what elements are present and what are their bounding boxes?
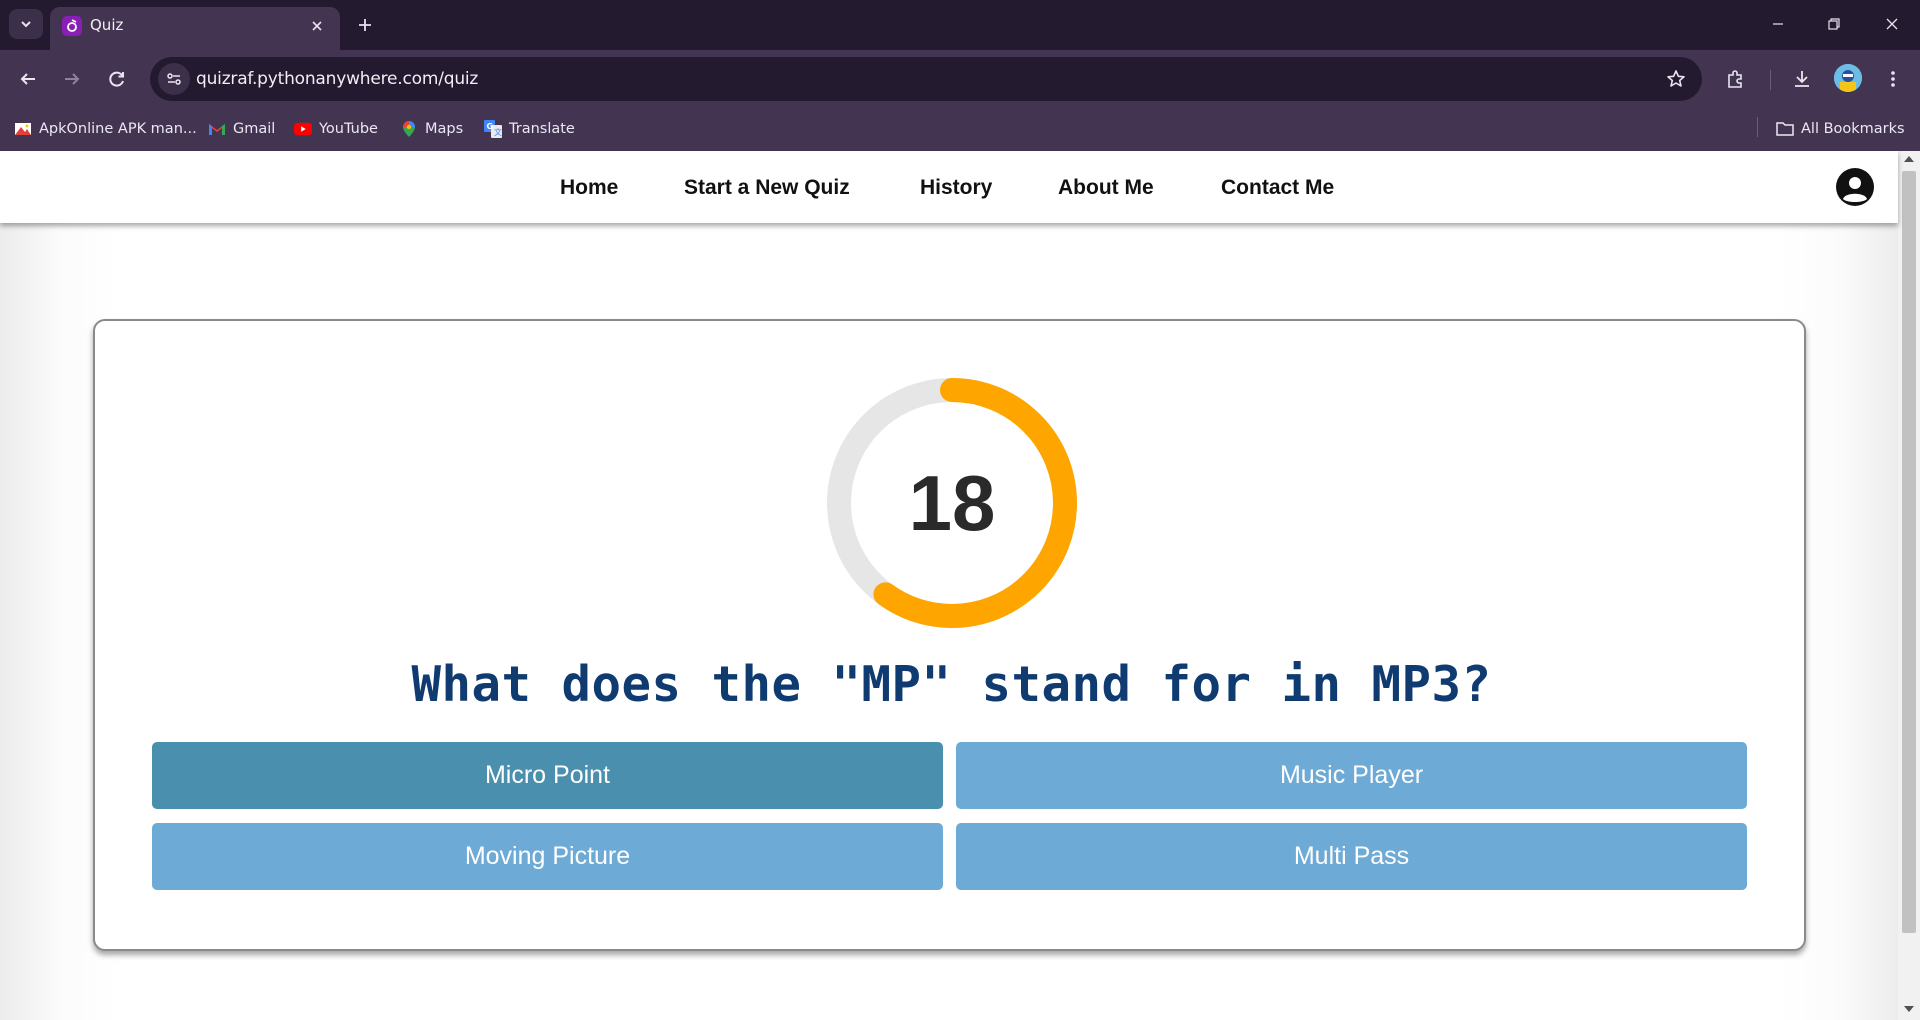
site-info-icon[interactable] — [158, 63, 190, 95]
youtube-icon — [294, 120, 312, 138]
restore-icon — [1828, 18, 1840, 30]
nav-about-me[interactable]: About Me — [1058, 176, 1154, 200]
address-bar[interactable]: quizraf.pythonanywhere.com/quiz — [150, 57, 1702, 101]
close-icon — [1886, 18, 1898, 30]
page-viewport: Home Start a New Quiz History About Me C… — [0, 151, 1920, 1020]
bookmarks-divider — [1757, 117, 1758, 137]
bookmark-apkonline[interactable]: ApkOnline APK man... — [14, 117, 197, 141]
toolbar-divider — [1770, 70, 1771, 90]
user-account-icon[interactable] — [1836, 168, 1874, 206]
minimize-button[interactable] — [1760, 10, 1796, 38]
site-navbar: Home Start a New Quiz History About Me C… — [0, 151, 1898, 223]
bookmark-label: Translate — [509, 121, 575, 137]
nav-start-new-quiz[interactable]: Start a New Quiz — [684, 176, 850, 200]
bookmark-translate[interactable]: G文 Translate — [484, 117, 575, 141]
arrow-left-icon — [20, 73, 35, 85]
bookmark-label: YouTube — [319, 121, 378, 137]
answer-option-4[interactable]: Multi Pass — [956, 823, 1747, 890]
url-text[interactable]: quizraf.pythonanywhere.com/quiz — [196, 69, 478, 89]
question-text: What does the "MP" stand for in MP3? — [411, 656, 1492, 713]
browser-toolbar: quizraf.pythonanywhere.com/quiz — [0, 50, 1920, 108]
all-bookmarks-button[interactable]: All Bookmarks — [1776, 117, 1905, 141]
bookmark-label: Maps — [425, 121, 464, 137]
nav-home[interactable]: Home — [560, 176, 618, 200]
gmail-icon — [208, 120, 226, 138]
bookmark-youtube[interactable]: YouTube — [294, 117, 378, 141]
extensions-puzzle-icon[interactable] — [1719, 63, 1751, 95]
quiz-card: 18 What does the "MP" stand for in MP3? … — [93, 319, 1806, 951]
forward-button[interactable] — [56, 63, 88, 95]
back-button[interactable] — [12, 63, 44, 95]
new-tab-button[interactable] — [352, 12, 378, 38]
bookmark-label: ApkOnline APK man... — [39, 121, 197, 137]
quiz-favicon-icon — [62, 16, 82, 36]
scrollbar-thumb[interactable] — [1902, 171, 1916, 933]
plus-icon — [359, 19, 371, 31]
nav-contact-me[interactable]: Contact Me — [1221, 176, 1334, 200]
answer-option-3[interactable]: Moving Picture — [152, 823, 943, 890]
svg-text:G: G — [487, 122, 494, 131]
bookmark-gmail[interactable]: Gmail — [208, 117, 275, 141]
timer-value: 18 — [908, 458, 996, 547]
maps-icon — [400, 120, 418, 138]
apkonline-icon — [14, 120, 32, 138]
profile-avatar[interactable] — [1834, 64, 1862, 92]
nav-history[interactable]: History — [920, 176, 992, 200]
download-icon[interactable] — [1786, 63, 1818, 95]
minimize-icon — [1773, 23, 1783, 25]
scroll-down-arrow-icon[interactable] — [1904, 1006, 1914, 1012]
bookmark-star-icon[interactable] — [1664, 67, 1688, 91]
tab-title: Quiz — [90, 16, 124, 34]
browser-tab-quiz[interactable]: Quiz — [50, 7, 340, 50]
tab-strip: Quiz — [0, 0, 1920, 50]
bookmark-label: Gmail — [233, 121, 276, 137]
bookmark-maps[interactable]: Maps — [400, 117, 463, 141]
answer-option-1[interactable]: Micro Point — [152, 742, 943, 809]
reload-button[interactable] — [101, 63, 133, 95]
close-window-button[interactable] — [1874, 10, 1910, 38]
tab-search-button[interactable] — [9, 9, 43, 39]
scroll-up-arrow-icon[interactable] — [1904, 156, 1914, 162]
all-bookmarks-label: All Bookmarks — [1801, 121, 1905, 137]
more-menu-icon[interactable] — [1877, 63, 1909, 95]
countdown-timer: 18 — [825, 376, 1079, 630]
translate-icon: G文 — [484, 120, 502, 138]
bookmarks-bar: ApkOnline APK man... Gmail YouTube Maps … — [0, 108, 1920, 151]
restore-button[interactable] — [1816, 10, 1852, 38]
reload-icon — [109, 71, 124, 87]
svg-text:文: 文 — [494, 127, 502, 137]
chevron-down-icon — [21, 21, 31, 28]
answer-option-2[interactable]: Music Player — [956, 742, 1747, 809]
tab-close-icon[interactable] — [306, 15, 328, 37]
arrow-right-icon — [65, 73, 80, 85]
folder-icon — [1776, 120, 1794, 138]
